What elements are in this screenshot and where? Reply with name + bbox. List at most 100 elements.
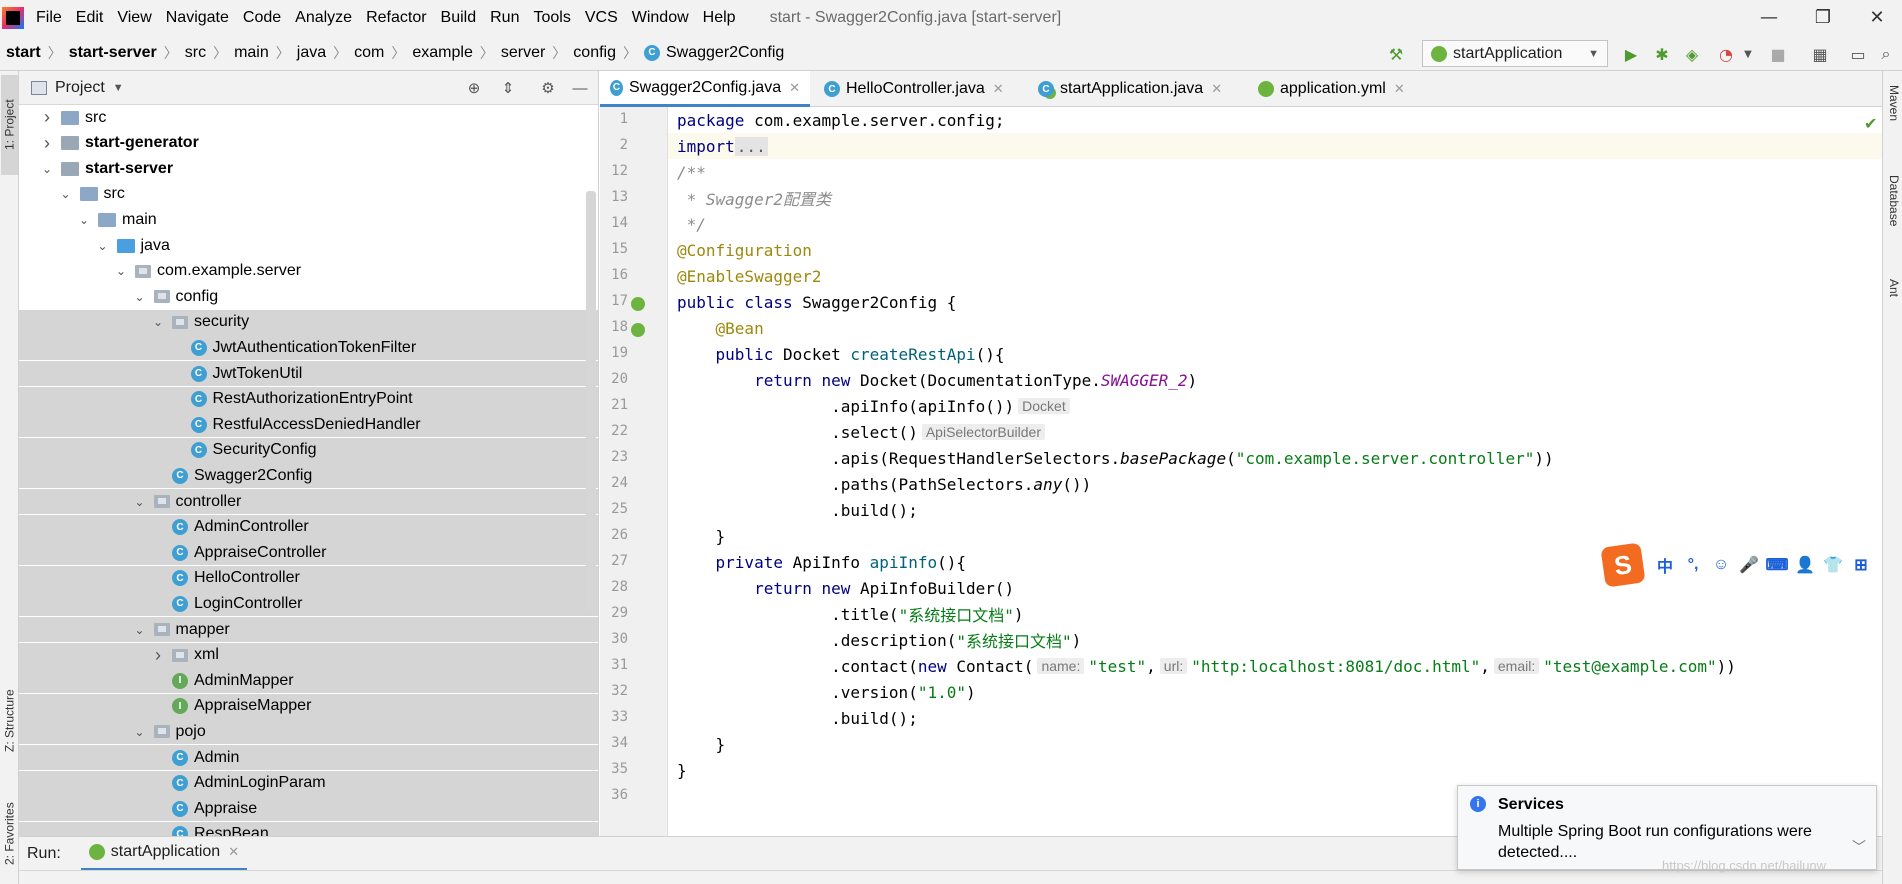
menu-file[interactable]: File [36,9,62,27]
tree-item[interactable]: ⌄ src [19,182,598,207]
breadcrumb-item-current[interactable]: C Swagger2Config [644,44,784,62]
chevron-down-icon[interactable]: ⌄ [97,239,109,253]
menu-analyze[interactable]: Analyze [295,9,352,27]
tool-tab-structure[interactable]: Z: Structure [1,671,18,771]
breadcrumb-item[interactable]: java [297,44,326,62]
tree-item[interactable]: C JwtTokenUtil [19,361,598,386]
project-structure-icon[interactable]: ▦ [1810,44,1830,64]
close-icon[interactable]: ✕ [993,81,1004,97]
tree-item[interactable]: C AdminController [19,514,598,540]
tree-item[interactable]: ⌄ pojo [19,719,598,745]
ime-voice-icon[interactable]: 🎤 [1735,551,1763,579]
tree-item[interactable]: ⌄ mapper [19,617,598,642]
close-icon[interactable]: ✕ [1211,81,1222,97]
run-configuration-select[interactable]: startApplication ▼ [1422,40,1608,67]
tree-item[interactable]: C LoginController [19,591,598,617]
tab-application-yml[interactable]: application.yml ✕ [1248,71,1418,107]
tool-tab-ant[interactable]: Ant [1885,279,1901,297]
minimize-icon[interactable]: — [1742,0,1796,35]
tree-item[interactable]: ⌄ config [19,284,598,309]
tool-tab-favorites[interactable]: 2: Favorites [1,786,18,881]
tree-item[interactable]: I AdminMapper [19,668,598,694]
breadcrumb-item[interactable]: example [412,44,472,62]
sogou-logo-icon[interactable]: S [1600,542,1646,588]
tool-window-icon[interactable]: ▭ [1848,44,1868,64]
run-icon[interactable]: ▶ [1621,44,1641,64]
close-icon[interactable]: ✕ [1850,0,1902,35]
menu-refactor[interactable]: Refactor [366,9,426,27]
tool-tab-database[interactable]: Database [1885,175,1901,226]
run-tab-startapplication[interactable]: startApplication ✕ [80,837,248,871]
locate-icon[interactable]: ⊕ [465,79,483,97]
tab-hellocontroller[interactable]: C HelloController.java ✕ [814,71,1022,107]
close-icon[interactable]: ✕ [1394,81,1405,97]
coverage-icon[interactable]: ◈ [1682,44,1702,64]
tree-item[interactable]: C AppraiseController [19,540,598,566]
close-icon[interactable]: ✕ [228,844,239,860]
menu-build[interactable]: Build [441,9,477,27]
tree-item[interactable]: ⌄ controller [19,489,598,514]
folded-imports[interactable]: ... [734,136,768,156]
chevron-right-icon[interactable]: › [41,133,53,154]
close-icon[interactable]: ✕ [789,80,800,96]
chevron-down-icon[interactable]: ⌄ [60,187,72,201]
tree-item[interactable]: › xml [19,642,598,668]
menu-edit[interactable]: Edit [76,9,104,27]
tree-item[interactable]: I AppraiseMapper [19,693,598,719]
collapse-all-icon[interactable]: ⇕ [499,79,517,97]
menu-view[interactable]: View [117,9,151,27]
restore-icon[interactable]: ❐ [1796,0,1850,35]
spring-bean-icon[interactable] [631,297,645,311]
breadcrumb-item[interactable]: config [573,44,616,62]
chevron-right-icon[interactable]: › [41,107,53,128]
tree-item[interactable]: C RestAuthorizationEntryPoint [19,386,598,412]
menu-code[interactable]: Code [243,9,281,27]
ime-toolbox-icon[interactable]: ⊞ [1847,551,1875,579]
menu-vcs[interactable]: VCS [585,9,618,27]
search-icon[interactable]: ⌕ [1876,44,1896,64]
gear-icon[interactable]: ⚙ [539,79,557,97]
chevron-down-icon[interactable]: ﹀ [1852,837,1866,857]
tree-item[interactable]: ⌄ main [19,207,598,232]
project-panel-title[interactable]: Project [55,79,105,97]
tree-item[interactable]: ⌄ java [19,233,598,258]
tree-item[interactable]: C Swagger2Config [19,463,598,489]
ime-chinese-mode[interactable]: 中 [1651,551,1679,579]
tree-item[interactable]: C Admin [19,745,598,770]
tree-item[interactable]: ⌄ com.example.server [19,259,598,284]
breadcrumb-item[interactable]: src [185,44,206,62]
chevron-down-icon[interactable]: ▼ [113,82,124,94]
build-hammer-icon[interactable]: ⚒ [1386,44,1406,64]
tree-item[interactable]: › start-generator [19,131,598,156]
menu-tools[interactable]: Tools [533,9,570,27]
debug-icon[interactable]: ✱ [1652,44,1672,64]
tree-item[interactable]: C SecurityConfig [19,437,598,463]
chevron-down-icon[interactable]: ⌄ [152,315,164,329]
inspection-ok-icon[interactable]: ✔ [1864,114,1877,133]
spring-bean-icon[interactable] [631,323,645,337]
profile-icon[interactable]: ◔ [1716,44,1736,64]
tab-swagger2config[interactable]: C Swagger2Config.java ✕ [600,71,810,107]
tool-tab-project[interactable]: 1: Project [1,75,18,175]
chevron-down-icon[interactable]: ⌄ [134,725,146,739]
menu-run[interactable]: Run [490,9,519,27]
chevron-down-icon[interactable]: ⌄ [134,495,146,509]
chevron-down-icon[interactable]: ⌄ [134,623,146,637]
menu-help[interactable]: Help [703,9,736,27]
ime-punctuation-icon[interactable]: °, [1679,551,1707,579]
stop-icon[interactable]: ■ [1768,44,1788,64]
ime-skin-icon[interactable]: 👕 [1819,551,1847,579]
tree-item[interactable]: C HelloController [19,565,598,591]
tab-startapplication[interactable]: C startApplication.java ✕ [1028,71,1244,107]
tool-tab-maven[interactable]: Maven [1885,85,1901,121]
tree-item[interactable]: ⌄ start-server [19,156,598,181]
ime-user-icon[interactable]: 👤 [1791,551,1819,579]
hide-panel-icon[interactable]: — [571,79,589,97]
tree-item[interactable]: C Appraise [19,796,598,822]
scrollbar-thumb[interactable] [586,191,596,611]
breadcrumb-item[interactable]: start-server [69,44,157,62]
menu-window[interactable]: Window [632,9,689,27]
chevron-down-icon[interactable]: ▼ [1738,44,1758,64]
tree-item[interactable]: C RespBean [19,821,598,836]
menu-navigate[interactable]: Navigate [166,9,229,27]
